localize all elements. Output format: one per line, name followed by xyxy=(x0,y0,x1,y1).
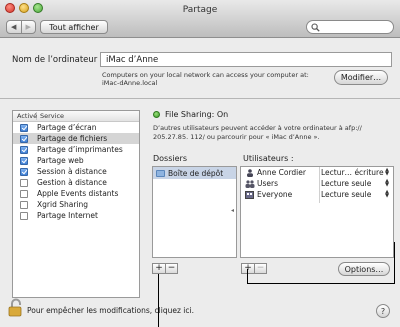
toolbar: Partage ◀ ▶ Tout afficher xyxy=(0,0,400,38)
window-title: Partage xyxy=(182,5,218,15)
search-icon xyxy=(311,23,320,32)
back-button[interactable]: ◀ xyxy=(7,21,21,33)
permission-popup[interactable]: Lecture seule xyxy=(321,179,389,188)
service-active-checkbox[interactable] xyxy=(20,200,28,209)
services-list: Activé Service Partage d’écran Partage de… xyxy=(12,110,140,298)
service-row[interactable]: Apple Events distants xyxy=(13,188,139,199)
service-active-checkbox[interactable] xyxy=(20,145,28,154)
service-row[interactable]: Partage de fichiers xyxy=(13,133,139,144)
service-name: Apple Events distants xyxy=(37,189,119,198)
group-icon xyxy=(244,179,255,188)
remove-folder-button[interactable]: − xyxy=(165,264,177,273)
permission-popup[interactable]: Lecture seule xyxy=(321,190,389,199)
sharing-preferences-window: Partage ◀ ▶ Tout afficher Nom de l’ordin… xyxy=(0,0,400,327)
status-indicator-icon xyxy=(153,111,160,118)
service-row[interactable]: Partage web xyxy=(13,155,139,166)
forward-button[interactable]: ▶ xyxy=(20,21,36,33)
remove-user-button[interactable]: − xyxy=(254,264,266,273)
user-row[interactable]: Anne Cordier Lectur… écriture ▲ ▼ xyxy=(241,167,393,178)
service-active-checkbox[interactable] xyxy=(20,134,28,143)
computer-name-field[interactable]: iMac d’Anne xyxy=(100,52,392,67)
user-row[interactable]: Everyone Lecture seule ▲ ▼ xyxy=(241,189,393,200)
folder-icon xyxy=(156,169,165,177)
service-row[interactable]: Session à distance xyxy=(13,166,139,177)
user-name: Anne Cordier xyxy=(257,168,306,177)
service-active-checkbox[interactable] xyxy=(20,167,28,176)
service-row[interactable]: Xgrid Sharing xyxy=(13,199,139,210)
callout-line xyxy=(247,283,394,284)
service-row[interactable]: Partage d’écran xyxy=(13,122,139,133)
add-user-button[interactable]: + xyxy=(242,264,254,273)
list-item[interactable]: Boîte de dépôt xyxy=(153,167,236,179)
shared-folders-list: Boîte de dépôt ◂ xyxy=(152,166,237,258)
users-label: Utilisateurs : xyxy=(243,154,294,163)
help-button[interactable]: ? xyxy=(376,304,390,318)
column-header-active[interactable]: Activé xyxy=(13,112,37,120)
popup-arrows-icon[interactable]: ▲ ▼ xyxy=(385,179,389,188)
everyone-icon xyxy=(244,190,255,199)
service-active-checkbox[interactable] xyxy=(20,123,28,132)
service-name: Partage web xyxy=(37,156,84,165)
forward-arrow-icon: ▶ xyxy=(25,23,31,31)
back-arrow-icon: ◀ xyxy=(11,23,17,31)
service-name: Partage d’imprimantes xyxy=(37,145,123,154)
service-active-checkbox[interactable] xyxy=(20,156,28,165)
service-name: Session à distance xyxy=(37,167,107,176)
options-button[interactable]: Options… xyxy=(338,262,390,276)
modify-button[interactable]: Modifier… xyxy=(334,70,388,85)
callout-line xyxy=(247,269,248,284)
divider xyxy=(0,98,400,99)
service-row[interactable]: Gestion à distance xyxy=(13,177,139,188)
service-active-checkbox[interactable] xyxy=(20,178,28,187)
add-folder-button[interactable]: + xyxy=(153,264,165,273)
service-active-checkbox[interactable] xyxy=(20,189,28,198)
folders-label: Dossiers xyxy=(153,154,187,163)
status-text: File Sharing: On xyxy=(165,110,229,119)
service-name: Partage Internet xyxy=(37,211,98,220)
service-name: Partage de fichiers xyxy=(37,134,108,143)
lock-icon[interactable] xyxy=(8,298,24,318)
popup-arrows-icon[interactable]: ▲ ▼ xyxy=(385,168,389,177)
show-all-button[interactable]: Tout afficher xyxy=(40,20,108,34)
permission-popup[interactable]: Lectur… écriture xyxy=(321,168,389,177)
user-row[interactable]: Users Lecture seule ▲ ▼ xyxy=(241,178,393,189)
lock-instruction-text[interactable]: Pour empêcher les modifications, cliquez… xyxy=(27,306,194,315)
person-icon xyxy=(244,168,255,177)
service-active-checkbox[interactable] xyxy=(20,211,28,220)
column-header-service[interactable]: Service xyxy=(37,112,64,120)
callout-line xyxy=(394,242,395,284)
users-list: Anne Cordier Lectur… écriture ▲ ▼ Users Lectu… xyxy=(240,166,394,258)
folders-add-remove: + − xyxy=(152,263,178,274)
user-name: Everyone xyxy=(257,190,293,199)
service-row[interactable]: Partage d’imprimantes xyxy=(13,144,139,155)
back-forward-control: ◀ ▶ xyxy=(6,20,36,34)
popup-arrows-icon[interactable]: ▲ ▼ xyxy=(385,190,389,199)
service-name: Gestion à distance xyxy=(37,178,107,187)
services-list-header: Activé Service xyxy=(13,111,139,122)
service-row[interactable]: Partage Internet xyxy=(13,210,139,221)
resize-handle-icon[interactable]: ◂ xyxy=(231,207,234,214)
computer-name-label: Nom de l’ordinateur : xyxy=(12,55,103,65)
user-name: Users xyxy=(257,179,279,188)
service-name: Partage d’écran xyxy=(37,123,97,132)
status-description: D’autres utilisateurs peuvent accéder à … xyxy=(153,124,362,141)
search-input[interactable] xyxy=(306,20,394,34)
service-name: Xgrid Sharing xyxy=(37,200,89,209)
computer-name-description: Computers on your local network can acce… xyxy=(102,71,309,87)
users-add-remove: + − xyxy=(241,263,267,274)
folder-name: Boîte de dépôt xyxy=(168,168,224,178)
callout-line xyxy=(158,274,159,327)
